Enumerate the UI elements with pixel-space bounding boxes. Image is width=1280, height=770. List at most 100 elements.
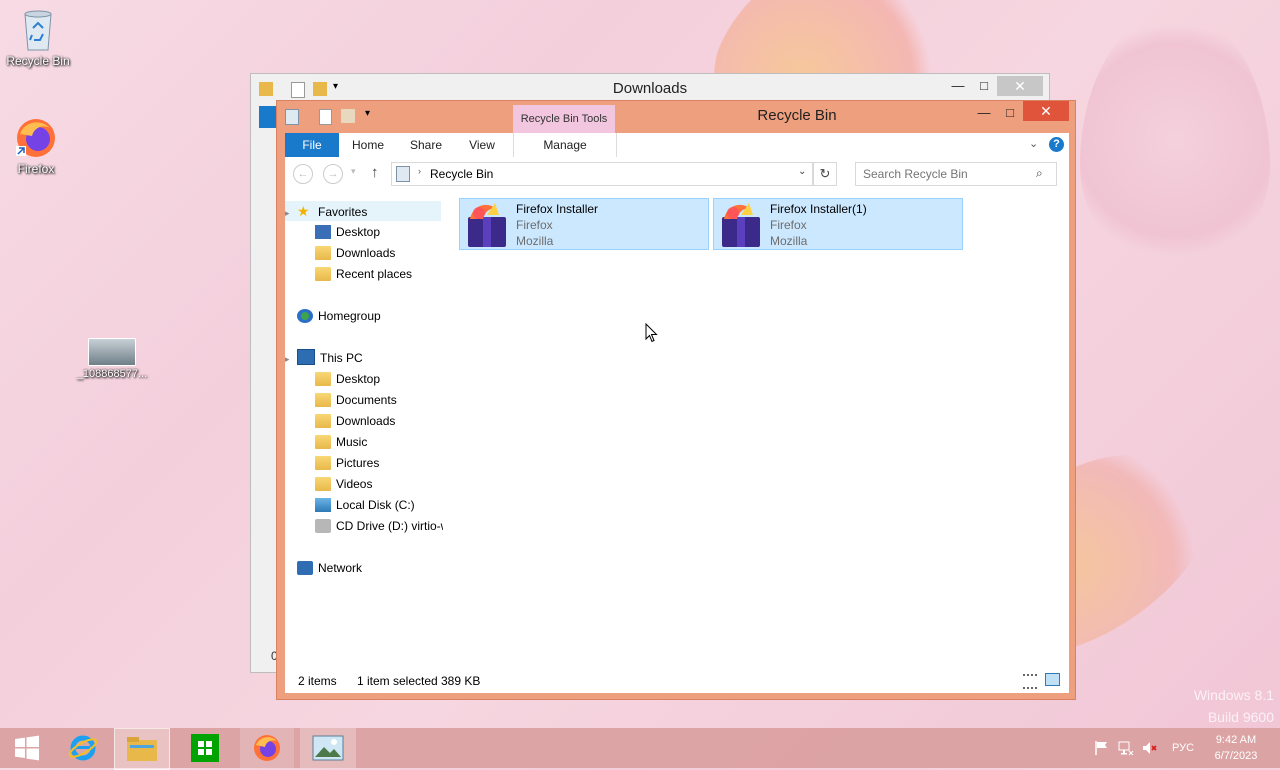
nav-label: Desktop (336, 372, 381, 386)
network-tray-icon[interactable] (1118, 740, 1134, 759)
file-description: Firefox (770, 218, 807, 232)
breadcrumb-separator-icon: › (418, 166, 421, 176)
recycle-bin-small-icon (396, 166, 410, 182)
taskbar-firefox[interactable] (240, 728, 294, 768)
start-button[interactable] (0, 728, 54, 768)
maximize-button[interactable]: □ (971, 76, 997, 96)
volume-muted-icon[interactable] (1142, 740, 1158, 759)
clock[interactable]: 9:42 AM 6/7/2023 (1206, 732, 1266, 764)
large-icons-view-icon[interactable] (1045, 673, 1060, 686)
recent-places-icon (315, 267, 331, 281)
tab-file[interactable]: File (285, 133, 339, 157)
minimize-button[interactable]: — (971, 103, 997, 123)
desktop-icon-recycle-bin[interactable]: Recycle Bin (2, 8, 74, 68)
nav-pc-music[interactable]: Music (315, 432, 367, 452)
nav-pc-cd-drive[interactable]: CD Drive (D:) virtio-w (315, 516, 443, 536)
folder-icon (315, 456, 331, 470)
tab-share[interactable]: Share (399, 133, 453, 157)
explorer-body: ▸ ★ Favorites Desktop Downloads Recent pla… (285, 190, 1069, 667)
taskbar-file-explorer[interactable] (114, 728, 170, 770)
address-dropdown-icon[interactable]: ⌄ (798, 166, 806, 177)
clock-date: 6/7/2023 (1214, 750, 1258, 762)
taskbar-photo-viewer[interactable] (300, 728, 356, 768)
nav-favorites[interactable]: ▸ ★ Favorites (285, 201, 441, 221)
expand-arrow-icon[interactable]: ▸ (285, 349, 297, 369)
folder-icon (315, 372, 331, 386)
internet-explorer-icon (68, 735, 98, 761)
recycle-bin-small-icon[interactable] (285, 109, 299, 125)
taskbar-internet-explorer[interactable] (56, 728, 110, 768)
desktop-icon-firefox[interactable]: Firefox (0, 116, 72, 176)
expand-ribbon-icon[interactable]: ⌄ (1029, 137, 1038, 150)
nav-label: Recent places (336, 267, 413, 281)
language-indicator[interactable]: РУС (1172, 728, 1194, 768)
recycle-bin-icon (21, 8, 55, 52)
nav-label: Local Disk (C:) (336, 498, 415, 512)
forward-button[interactable]: → (323, 164, 343, 184)
nav-pc-downloads[interactable]: Downloads (315, 411, 395, 431)
desktop-icon-label: _108868577... (76, 368, 148, 380)
nav-pc-videos[interactable]: Videos (315, 474, 372, 494)
windows-logo-icon (15, 735, 39, 761)
close-button[interactable]: ✕ (997, 76, 1043, 96)
file-tile[interactable]: Firefox Installer(1) Firefox Mozilla (713, 198, 963, 250)
search-icon[interactable]: ⌕ (1036, 166, 1043, 181)
desktop-folder-icon (315, 225, 331, 239)
refresh-button[interactable]: ↻ (813, 162, 837, 186)
tab-manage[interactable]: Manage (513, 133, 617, 157)
properties-icon[interactable] (319, 109, 332, 125)
nav-label: Favorites (318, 205, 368, 219)
quick-access-toolbar: ▾ (285, 108, 375, 128)
close-button[interactable]: ✕ (1023, 101, 1069, 121)
nav-pc-documents[interactable]: Documents (315, 390, 397, 410)
window-title: Downloads (612, 80, 688, 97)
nav-pc-desktop[interactable]: Desktop (315, 369, 380, 389)
recycle-bin-window[interactable]: ▾ Recycle Bin Tools Recycle Bin — □ ✕ Fi… (276, 100, 1076, 700)
qat-dropdown-icon[interactable]: ▾ (365, 108, 370, 119)
installer-icon (719, 201, 763, 247)
back-button[interactable]: ← (293, 164, 313, 184)
selection-count: 1 item selected (357, 674, 438, 688)
search-input[interactable] (856, 163, 1035, 185)
taskbar-store[interactable] (178, 728, 232, 768)
recent-locations-icon[interactable]: ▾ (351, 166, 356, 177)
status-bar: 2 items 1 item selected 389 KB (285, 667, 1069, 693)
help-icon[interactable]: ? (1049, 137, 1064, 152)
file-name: Firefox Installer(1) (770, 202, 867, 216)
file-description: Firefox (516, 218, 553, 232)
search-box[interactable]: ⌕ (855, 162, 1057, 186)
minimize-button[interactable]: — (945, 76, 971, 96)
desktop-icon-image-file[interactable]: _108868577... (76, 338, 148, 380)
action-center-flag-icon[interactable] (1094, 740, 1110, 759)
file-tile[interactable]: Firefox Installer Firefox Mozilla (459, 198, 709, 250)
nav-favorites-recent-places[interactable]: Recent places (315, 264, 412, 284)
expand-arrow-icon[interactable]: ▸ (285, 203, 297, 223)
file-name: Firefox Installer (516, 202, 599, 216)
nav-pc-local-disk[interactable]: Local Disk (C:) (315, 495, 415, 515)
tab-home[interactable]: Home (343, 133, 393, 157)
nav-pc-pictures[interactable]: Pictures (315, 453, 379, 473)
address-box[interactable]: › Recycle Bin ⌄ (391, 162, 813, 186)
drive-icon (315, 498, 331, 512)
file-explorer-icon (127, 737, 157, 761)
nav-favorites-downloads[interactable]: Downloads (315, 243, 395, 263)
nav-label: Music (336, 435, 368, 449)
installer-icon (465, 201, 509, 247)
maximize-button[interactable]: □ (997, 103, 1023, 123)
nav-label: Downloads (336, 246, 396, 260)
nav-this-pc[interactable]: ▸ This PC (285, 348, 363, 368)
wallpaper-petal (1080, 10, 1270, 270)
tab-view[interactable]: View (457, 133, 507, 157)
nav-homegroup[interactable]: Homegroup (297, 306, 381, 326)
details-view-icon[interactable] (1023, 674, 1037, 689)
contextual-tab-group: Recycle Bin Tools (513, 105, 615, 133)
up-button[interactable]: ↑ (371, 164, 379, 181)
store-icon (191, 734, 219, 762)
mouse-cursor-icon (645, 322, 658, 346)
selection-size: 389 KB (441, 674, 481, 688)
nav-network[interactable]: Network (297, 558, 362, 578)
nav-favorites-desktop[interactable]: Desktop (315, 222, 380, 242)
breadcrumb[interactable]: Recycle Bin (430, 167, 493, 181)
image-file-icon (88, 338, 136, 366)
new-folder-icon[interactable] (341, 109, 355, 123)
